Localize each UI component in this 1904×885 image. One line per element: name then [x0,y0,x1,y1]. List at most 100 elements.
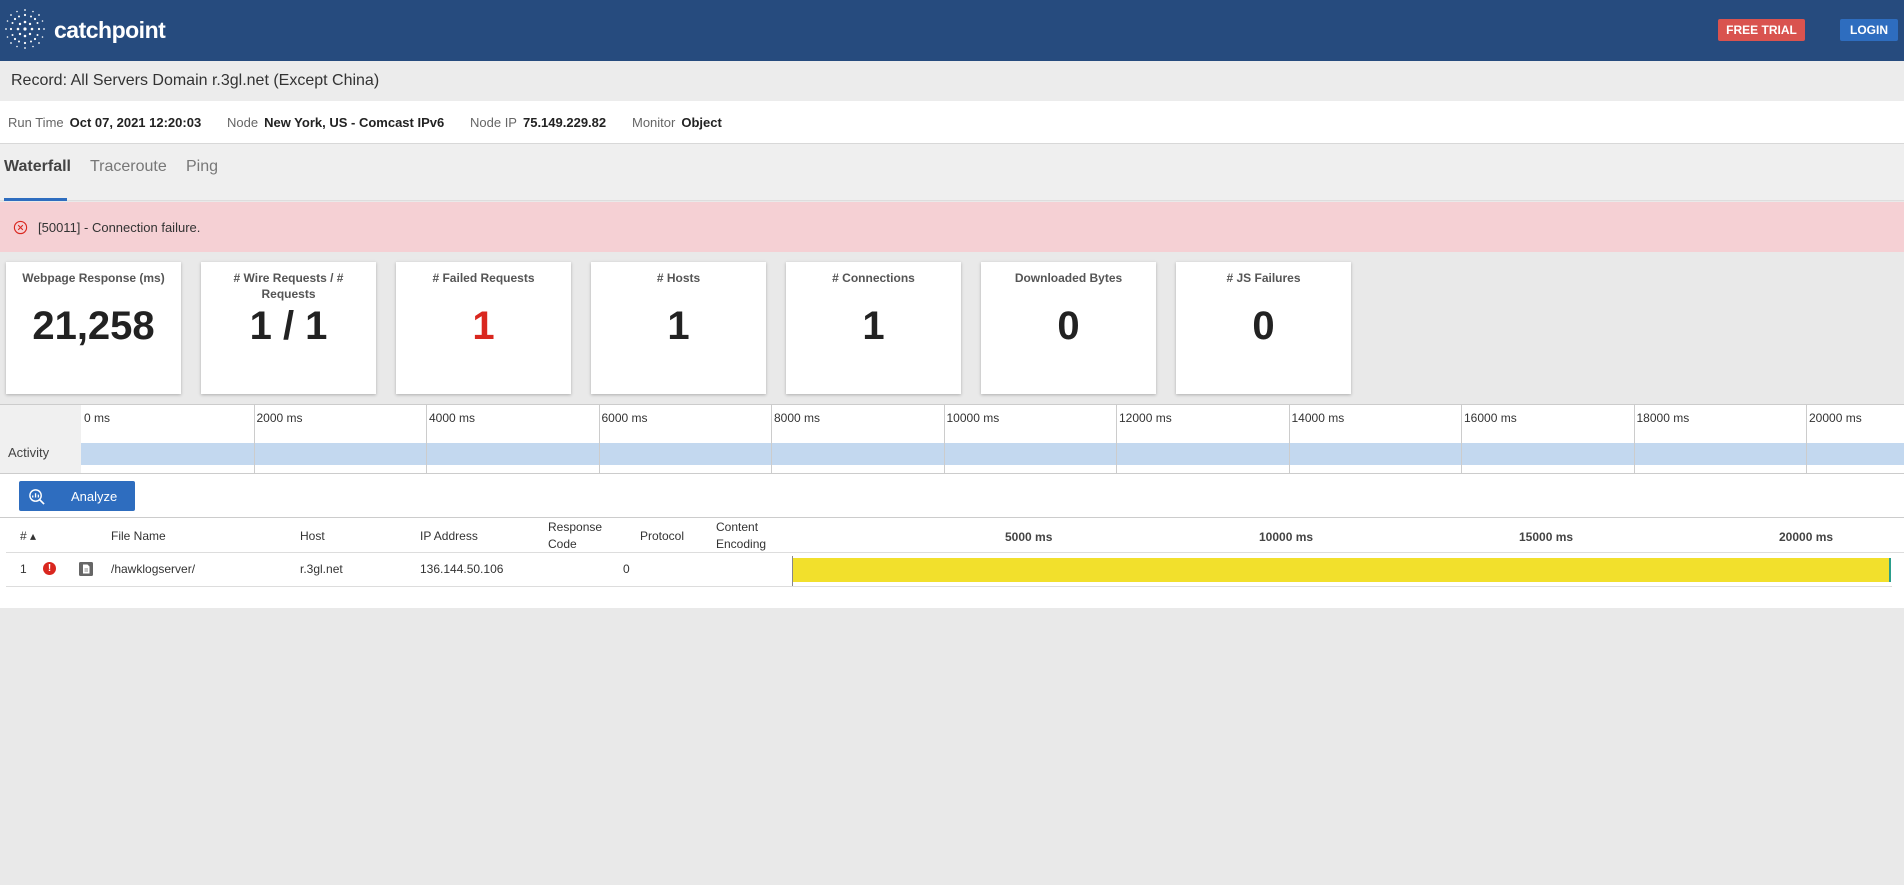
metric-value: 1 [862,304,885,348]
timeline-tick-label: 10000 ms [946,411,1000,425]
metric-label: # JS Failures [1226,271,1301,285]
waterfall-bar-track [792,556,1892,586]
row-ip-address: 136.144.50.106 [420,562,504,576]
node-ip-value: 75.149.229.82 [522,115,607,130]
top-navigation-bar: catchpoint FREE TRIAL LOGIN [0,0,1904,61]
node-label: Node [227,115,259,130]
free-trial-button[interactable]: FREE TRIAL [1718,19,1805,41]
timeline-gridline [771,405,772,473]
metric-value: 0 [1252,304,1275,348]
waterfall-scale-label: 15000 ms [1519,530,1574,544]
tab-ping[interactable]: Ping [186,158,218,201]
activity-band [81,443,1904,465]
timeline-tick-label: 2000 ms [256,411,303,425]
timeline-tick-label: 0 ms [84,411,111,425]
run-info-bar: Run Time Oct 07, 2021 12:20:03 Node New Yo… [0,101,1904,144]
node-info: Node New York, US - Comcast IPv6 [227,115,444,130]
node-value: New York, US - Comcast IPv6 [264,115,445,130]
node-ip-label: Node IP [470,115,517,130]
timeline-gridline [1461,405,1462,473]
column-header-number[interactable]: # ▴ [20,528,36,545]
activity-label: Activity [8,445,50,460]
timeline-tick-label: 4000 ms [429,411,476,425]
run-time-value: Oct 07, 2021 12:20:03 [69,115,202,130]
metric-card-downloaded-bytes: Downloaded Bytes 0 [981,262,1156,394]
metric-value: 0 [1057,304,1080,348]
monitor-value: Object [681,115,722,130]
column-header-ip-address[interactable]: IP Address [420,528,478,545]
timeline-tick-label: 8000 ms [774,411,821,425]
metric-card-connections: # Connections 1 [786,262,961,394]
metric-card-hosts: # Hosts 1 [591,262,766,394]
timeline-gridline [943,405,945,473]
row-divider [6,586,1892,587]
brand-name: catchpoint [54,17,166,43]
activity-timeline: Activity 0 ms 2000 ms 4000 ms 6000 ms 8000 m… [0,404,1904,474]
header-divider [6,552,1904,553]
metric-card-webpage-response: Webpage Response (ms) 21,258 [6,262,181,394]
metric-label: # Hosts [656,271,701,285]
run-time-info: Run Time Oct 07, 2021 12:20:03 [8,115,201,130]
analyze-label: Analyze [71,489,118,504]
analyze-icon [29,489,45,505]
metric-label: # Wire Requests / # Requests [233,271,344,301]
metric-value: 21,258 [32,304,155,348]
metric-label: Downloaded Bytes [1014,271,1123,285]
timeline-gridline [426,405,427,473]
waterfall-scale-label: 5000 ms [1005,530,1053,544]
analyze-button[interactable]: Analyze [19,481,135,511]
error-message: [50011] - Connection failure. [38,220,201,235]
waterfall-scale-label: 20000 ms [1779,530,1834,544]
metric-value: 1 [472,304,495,348]
record-title: Record: All Servers Domain r.3gl.net (Ex… [11,72,380,89]
row-host: r.3gl.net [300,562,343,576]
waterfall-scale-label: 10000 ms [1259,530,1314,544]
monitor-info: Monitor Object [632,115,722,130]
metric-value: 1 / 1 [249,304,328,348]
metric-card-js-failures: # JS Failures 0 [1176,262,1351,394]
metric-label: Webpage Response (ms) [22,271,165,285]
row-file-name[interactable]: /hawklogserver/ [111,562,195,576]
record-header: Record: All Servers Domain r.3gl.net (Ex… [0,61,1904,101]
row-response-code: 0 [623,562,630,576]
timeline-gridline [598,405,600,473]
analyze-toolbar: Analyze [0,474,1904,518]
row-number: 1 [20,562,27,576]
column-header-host[interactable]: Host [300,528,325,545]
timeline-gridline [1633,405,1635,473]
timeline-tick-label: 20000 ms [1809,411,1862,425]
waterfall-table: # ▴ File Name Host IP Address Response C… [0,518,1904,608]
timeline-tick-label: 18000 ms [1636,411,1690,425]
view-tabs: Waterfall Traceroute Ping [0,144,1904,201]
column-header-file-name[interactable]: File Name [111,528,166,545]
run-time-label: Run Time [8,115,64,130]
error-status-icon: ! [43,562,56,575]
column-header-response-code[interactable]: Response Code [548,519,618,553]
timeline-gridline [253,405,255,473]
metric-value: 1 [667,304,690,348]
metric-label: # Connections [832,271,915,285]
document-icon[interactable] [78,561,94,577]
tab-waterfall[interactable]: Waterfall [4,158,71,201]
timeline-tick-label: 16000 ms [1464,411,1517,425]
timeline-label-column: Activity [0,405,81,473]
timeline-gridline [1806,405,1807,473]
node-ip-info: Node IP 75.149.229.82 [470,115,606,130]
tab-traceroute[interactable]: Traceroute [90,158,167,201]
login-button[interactable]: LOGIN [1840,19,1898,41]
metric-card-failed-requests: # Failed Requests 1 [396,262,571,394]
column-header-protocol[interactable]: Protocol [640,528,684,545]
waterfall-bar-end-marker [1889,558,1891,582]
timeline-tick-label: 6000 ms [601,411,648,425]
timeline-gridline [1116,405,1117,473]
timeline-tick-label: 14000 ms [1291,411,1345,425]
close-circle-icon [13,220,28,235]
timeline-gridline [1288,405,1290,473]
monitor-label: Monitor [632,115,676,130]
error-banner: [50011] - Connection failure. [0,202,1904,252]
timeline-tick-label: 12000 ms [1119,411,1172,425]
metric-card-wire-requests: # Wire Requests / # Requests 1 / 1 [201,262,376,394]
catchpoint-logo-icon [5,9,45,49]
column-header-content-encoding[interactable]: Content Encoding [716,519,778,553]
waterfall-bar[interactable] [793,558,1889,582]
